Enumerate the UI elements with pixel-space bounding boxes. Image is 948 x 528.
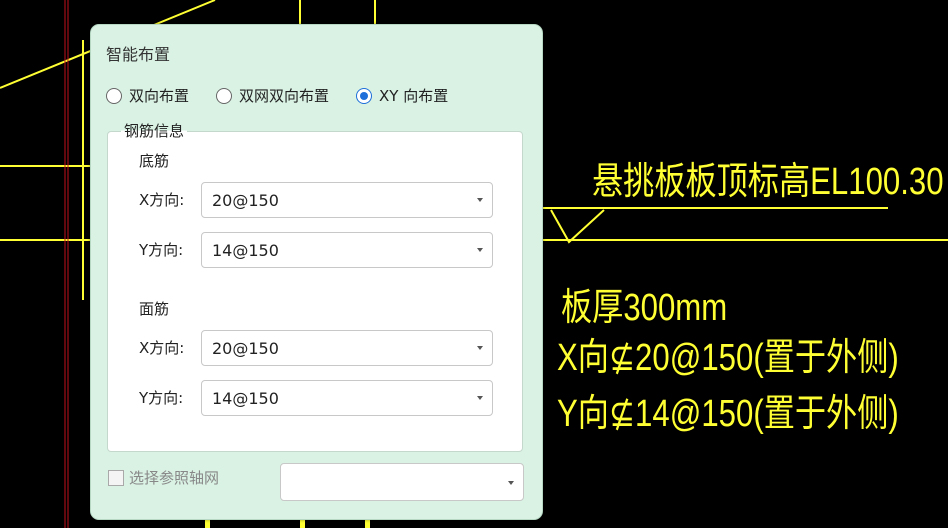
dropdown-arrow-icon[interactable] xyxy=(477,346,483,350)
bottom-x-label: X方向: xyxy=(139,191,185,209)
axis-checkbox[interactable] xyxy=(108,469,124,486)
radio-label: 双网双向布置 xyxy=(239,87,330,105)
bottom-y-select[interactable]: 14@150 xyxy=(201,232,493,268)
group-title: 钢筋信息 xyxy=(121,120,188,141)
smart-layout-panel: 智能布置 双向布置 双网双向布置 XY 向布置 钢筋信息 底筋 X方向: 20@… xyxy=(90,24,543,520)
dropdown-arrow-icon[interactable] xyxy=(508,481,514,485)
radio-circle[interactable] xyxy=(106,87,122,104)
axis-checkbox-label: 选择参照轴网 xyxy=(129,469,220,487)
bottom-rebar-title: 底筋 xyxy=(139,152,170,170)
select-value: 20@150 xyxy=(212,338,279,358)
radio-label: 双向布置 xyxy=(129,87,190,105)
dropdown-arrow-icon[interactable] xyxy=(477,248,483,252)
cad-y-rebar-label: Y向⊈14@150(置于外侧) xyxy=(557,393,899,435)
select-value: 20@150 xyxy=(212,190,279,210)
top-rebar-title: 面筋 xyxy=(139,300,170,318)
cad-x-rebar-label: X向⊈20@150(置于外侧) xyxy=(557,337,899,379)
top-x-select[interactable]: 20@150 xyxy=(201,330,493,366)
top-y-label: Y方向: xyxy=(139,389,184,407)
cad-elevation-marker xyxy=(550,209,605,244)
radio-circle-checked[interactable] xyxy=(356,87,373,104)
top-y-select[interactable]: 14@150 xyxy=(201,380,493,416)
bottom-x-select[interactable]: 20@150 xyxy=(201,182,493,218)
top-x-label: X方向: xyxy=(139,339,185,357)
radio-xy-direction[interactable]: XY 向布置 xyxy=(356,85,448,106)
dropdown-arrow-icon[interactable] xyxy=(477,396,483,400)
panel-title: 智能布置 xyxy=(106,45,171,64)
layout-mode-radio-group: 双向布置 双网双向布置 XY 向布置 xyxy=(106,85,448,106)
select-value: 14@150 xyxy=(212,240,279,260)
radio-bidirectional[interactable]: 双向布置 xyxy=(106,85,189,106)
radio-double-net-bidirectional[interactable]: 双网双向布置 xyxy=(216,85,329,106)
axis-checkbox-row[interactable]: 选择参照轴网 xyxy=(108,467,219,488)
cad-thickness-label: 板厚300mm xyxy=(561,287,728,329)
cad-elevation-label: 悬挑板板顶标高EL100.30 xyxy=(592,161,944,203)
radio-label: XY 向布置 xyxy=(379,87,449,105)
rebar-info-group: 钢筋信息 底筋 X方向: 20@150 Y方向: 14@150 面筋 X方向: … xyxy=(107,120,523,452)
axis-grid-select[interactable] xyxy=(280,463,524,501)
radio-circle[interactable] xyxy=(216,87,233,104)
bottom-y-label: Y方向: xyxy=(139,241,184,259)
select-value: 14@150 xyxy=(212,388,279,408)
dropdown-arrow-icon[interactable] xyxy=(477,198,483,202)
